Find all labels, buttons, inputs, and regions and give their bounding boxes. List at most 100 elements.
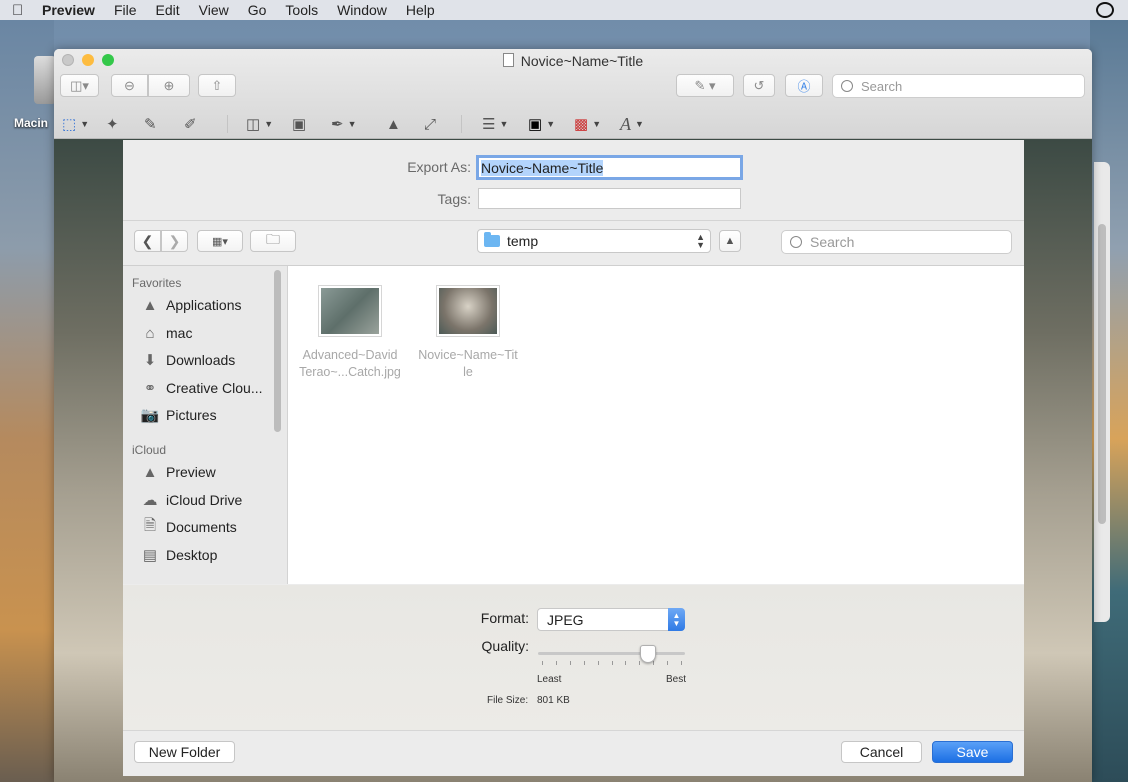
format-label: Format: — [480, 610, 529, 626]
hard-drive-label[interactable]: Macin — [14, 116, 48, 130]
title-bar: Novice~Name~Title ◫▾ ⊖ ⊕ ⇧ ✎ ▾ ↺ Ⓐ Searc… — [54, 49, 1092, 139]
menu-file[interactable]: File — [114, 2, 137, 18]
format-popup[interactable]: JPEG ▲ ▼ — [537, 608, 685, 631]
document-icon — [502, 53, 514, 67]
sign-tool[interactable]: ✒ ▼ — [331, 114, 357, 134]
toolbar-search-input[interactable]: Search — [832, 74, 1085, 98]
chevron-left-icon: ❮ — [141, 232, 154, 249]
border-color-icon: ▣ — [528, 116, 543, 133]
text-style-tool[interactable]: A ▼ — [620, 114, 644, 134]
border-color-tool[interactable]: ▣ ▼ — [528, 114, 555, 134]
menu-go[interactable]: Go — [248, 2, 267, 18]
preview-app-icon: ▲ — [142, 463, 158, 481]
sidebar-item-mac[interactable]: ⌂ mac — [141, 322, 192, 344]
forward-button[interactable]: ❯ — [161, 230, 188, 252]
slider-tick — [653, 661, 654, 665]
sheet-search-placeholder: Search — [810, 234, 855, 250]
quality-slider[interactable] — [538, 645, 685, 672]
cancel-button[interactable]: Cancel — [841, 741, 922, 763]
file-item[interactable]: Advanced~David Terao~...Catch.jpg — [290, 285, 410, 381]
quality-label: Quality: — [481, 638, 529, 654]
export-as-field[interactable]: Novice~Name~Title — [476, 155, 743, 180]
file-item[interactable]: Novice~Name~Tit le — [408, 285, 528, 381]
sidebar-item-label: iCloud Drive — [166, 492, 243, 508]
markup-toolbar-button[interactable]: Ⓐ — [785, 74, 823, 97]
sidebar-item-icloud-drive[interactable]: ☁ iCloud Drive — [141, 489, 243, 511]
menu-edit[interactable]: Edit — [156, 2, 180, 18]
instant-alpha-tool[interactable]: ✦ — [106, 114, 119, 134]
slider-tick — [598, 661, 599, 665]
creative-cloud-menu-icon[interactable] — [1096, 2, 1114, 18]
adjust-size-tool[interactable]: ⤢ — [424, 114, 436, 134]
rect-selection-icon: ⬚ — [62, 116, 77, 133]
sidebar-item-label: Creative Clou... — [166, 380, 263, 396]
desktop-wallpaper-left — [0, 20, 54, 782]
menu-view[interactable]: View — [199, 2, 229, 18]
back-button[interactable]: ❮ — [134, 230, 161, 252]
sidebar-item-pictures[interactable]: 📷 Pictures — [141, 404, 217, 426]
menu-tools[interactable]: Tools — [285, 2, 318, 18]
view-options-button[interactable]: ▦▾ — [197, 230, 243, 252]
sidebar-item-label: Preview — [166, 464, 216, 480]
sidebar-item-preview[interactable]: ▲ Preview — [141, 461, 216, 483]
documents-icon: 🗎 — [143, 516, 157, 534]
file-name-line: Terao~...Catch.jpg — [299, 365, 401, 379]
sidebar-item-label: Applications — [166, 297, 242, 313]
sidebar-toggle-button[interactable]: ◫▾ — [60, 74, 99, 97]
tags-label: Tags: — [437, 191, 471, 207]
sidebar-item-desktop[interactable]: ▤ Desktop — [141, 544, 217, 566]
menu-window[interactable]: Window — [337, 2, 387, 18]
fill-color-tool[interactable]: ▩ ▼ — [574, 114, 601, 134]
popup-arrows-icon: ▲ ▼ — [696, 232, 705, 250]
new-folder-icon-button[interactable]: 🗀 — [250, 230, 296, 252]
cloud-icon: ☁ — [142, 492, 158, 509]
apple-menu-icon[interactable]:  — [12, 2, 30, 19]
rotate-button[interactable]: ↺ — [743, 74, 775, 97]
slider-tick — [542, 661, 543, 665]
save-button[interactable]: Save — [932, 741, 1013, 763]
sidebar-item-applications[interactable]: ▲ Applications — [141, 294, 242, 316]
new-folder-icon: 🗀 — [266, 231, 280, 247]
adjust-size-icon: ⤢ — [424, 115, 437, 133]
export-as-label: Export As: — [407, 159, 471, 175]
shapes-tool[interactable]: ◫ ▼ — [246, 114, 273, 134]
applications-icon: ▲ — [142, 296, 158, 314]
rect-selection-tool[interactable]: ⬚ ▼ — [62, 114, 89, 134]
text-box-icon: ▣ — [292, 116, 307, 133]
hard-drive-icon[interactable] — [34, 56, 56, 104]
adjust-color-tool[interactable]: ▲ — [386, 114, 401, 134]
sidebar-scrollbar[interactable] — [274, 270, 281, 432]
window-title: Novice~Name~Title — [54, 53, 1092, 69]
markup-pen-button[interactable]: ✎ ▾ — [676, 74, 734, 97]
tags-field[interactable] — [478, 188, 741, 209]
navigation-bar: ❮ ❯ ▦▾ 🗀 temp ▲ ▼ ▲ Search — [123, 221, 1024, 266]
location-popup[interactable]: temp ▲ ▼ — [477, 229, 711, 253]
window-title-text: Novice~Name~Title — [520, 53, 644, 69]
zoom-in-button[interactable]: ⊕ — [148, 74, 190, 97]
magic-wand-icon: ✦ — [106, 116, 119, 133]
sidebar-item-label: Desktop — [166, 547, 218, 563]
sidebar-icon: ◫▾ — [70, 77, 89, 93]
menu-app-name[interactable]: Preview — [42, 2, 95, 18]
sheet-search-input[interactable]: Search — [781, 230, 1012, 254]
shape-style-tool[interactable]: ☰ ▼ — [482, 114, 508, 134]
toolbar-search-placeholder: Search — [861, 78, 903, 94]
background-window-scrollbar[interactable] — [1098, 224, 1106, 524]
pictures-icon: 📷 — [140, 407, 160, 424]
expand-collapse-button[interactable]: ▲ — [719, 230, 741, 252]
downloads-icon: ⬇ — [143, 352, 157, 369]
sidebar-item-creative-cloud[interactable]: ⚭ Creative Clou... — [141, 377, 263, 399]
slider-knob[interactable] — [640, 645, 656, 663]
thumbnail-image — [321, 288, 379, 334]
draw-tool[interactable]: ✐ — [184, 114, 197, 134]
share-button[interactable]: ⇧ — [198, 74, 236, 97]
grid-view-icon: ▦▾ — [212, 235, 228, 248]
zoom-out-button[interactable]: ⊖ — [111, 74, 148, 97]
sketch-tool[interactable]: ✎ — [144, 114, 157, 134]
sidebar-item-downloads[interactable]: ⬇ Downloads — [141, 349, 236, 371]
folder-icon — [484, 232, 500, 247]
menu-help[interactable]: Help — [406, 2, 435, 18]
sidebar-item-documents[interactable]: 🗎 Documents — [141, 516, 237, 538]
text-tool[interactable]: ▣ — [292, 114, 306, 134]
new-folder-button[interactable]: New Folder — [134, 741, 235, 763]
